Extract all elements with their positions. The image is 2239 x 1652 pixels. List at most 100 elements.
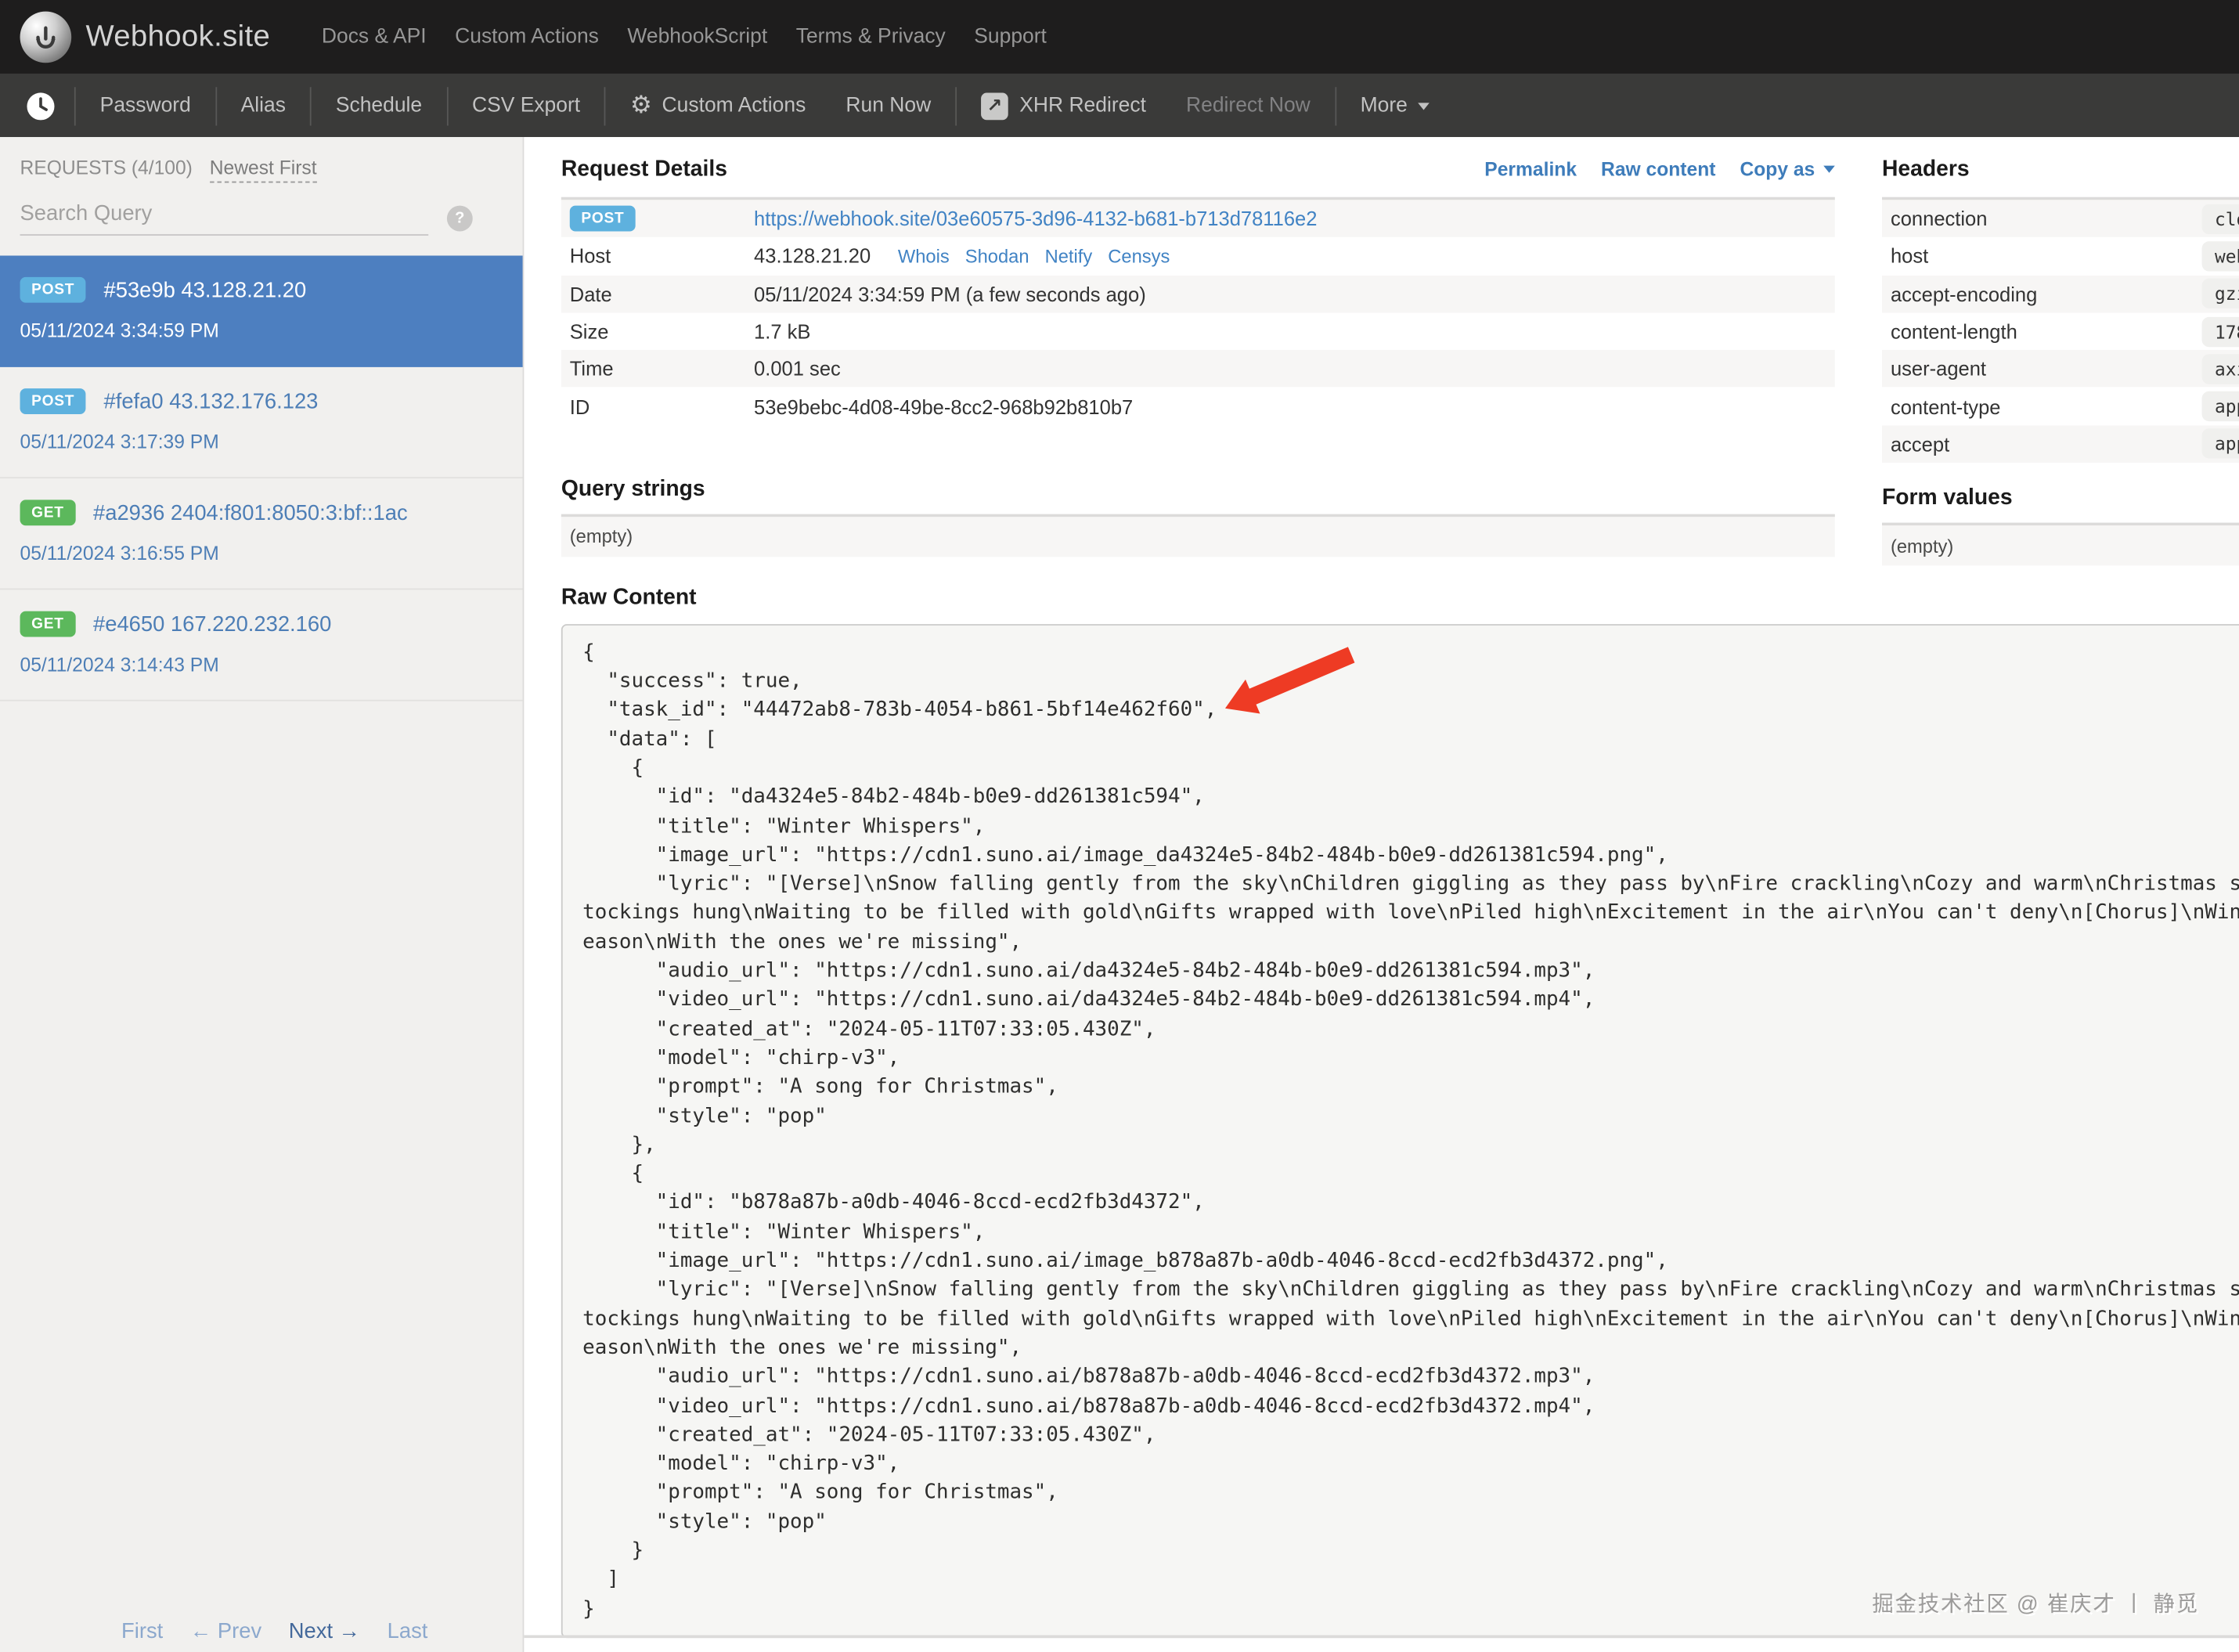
header-name: connection: [1891, 207, 2202, 230]
chevron-down-icon: [1823, 166, 1835, 173]
toolbar-item-schedule[interactable]: Schedule: [315, 94, 442, 117]
time-value: 0.001 sec: [754, 358, 841, 381]
toolbar-item-csv-export[interactable]: CSV Export: [452, 94, 600, 117]
toolbar-item-label: More: [1361, 94, 1408, 117]
external-link-icon: ↗: [981, 92, 1008, 120]
row-label: Host: [570, 245, 754, 268]
search-help-icon[interactable]: ?: [447, 206, 473, 232]
method-badge: POST: [20, 388, 86, 414]
request-timestamp: 05/11/2024 3:17:39 PM: [20, 431, 503, 453]
form-values-title: Form values: [1882, 485, 2239, 511]
request-list: POST #53e9b 43.128.21.20 05/11/2024 3:34…: [0, 255, 523, 701]
censys-link[interactable]: Censys: [1108, 246, 1170, 267]
table-row: host web: [1882, 237, 2239, 275]
headers-panel: Headers connection clo host web accept-e…: [1882, 137, 2239, 565]
raw-content-code: { "success": true, "task_id": "44472ab8-…: [561, 624, 2239, 1638]
toolbar-item-alias[interactable]: Alias: [221, 94, 305, 117]
table-row: accept-encoding gzi: [1882, 275, 2239, 312]
request-list-item[interactable]: POST #fefa0 43.132.176.123 05/11/2024 3:…: [0, 367, 523, 478]
header-name: host: [1891, 245, 2202, 268]
header-value: app: [2202, 391, 2239, 421]
request-details-table: POST https://webhook.site/03e60575-3d96-…: [561, 197, 1835, 425]
table-row: ID 53e9bebc-4d08-49be-8cc2-968b92b810b7: [561, 388, 1835, 425]
request-list-item[interactable]: GET #a2936 2404:f801:8050:3:bf::1ac 05/1…: [0, 478, 523, 590]
table-row: content-type app: [1882, 388, 2239, 425]
pagination-last[interactable]: Last: [388, 1619, 428, 1643]
toolbar-divider: [955, 86, 957, 124]
request-details-title: Request Details: [561, 157, 727, 183]
nav-link-docs-api[interactable]: Docs & API: [308, 26, 441, 49]
request-id-ip: #a2936 2404:f801:8050:3:bf::1ac: [93, 501, 408, 525]
history-clock-icon[interactable]: [26, 91, 70, 121]
toolbar-divider: [74, 86, 76, 124]
toolbar-item-password[interactable]: Password: [80, 94, 211, 117]
toolbar-item-more[interactable]: More: [1340, 94, 1449, 117]
header-value: 178: [2202, 316, 2239, 346]
empty-row: (empty): [1882, 525, 2239, 565]
headers-title: Headers: [1882, 157, 2239, 183]
table-row: connection clo: [1882, 200, 2239, 237]
table-row: Size 1.7 kB: [561, 312, 1835, 350]
table-row: content-length 178: [1882, 312, 2239, 350]
request-timestamp: 05/11/2024 3:14:43 PM: [20, 654, 503, 675]
toolbar-item-custom-actions[interactable]: ⚙ Custom Actions: [610, 92, 825, 120]
nav-link-custom-actions[interactable]: Custom Actions: [441, 26, 613, 49]
header-name: content-type: [1891, 395, 2202, 418]
row-label: Date: [570, 283, 754, 305]
gear-icon: ⚙: [630, 92, 652, 120]
method-badge: GET: [20, 611, 76, 637]
header-name: accept: [1891, 433, 2202, 456]
raw-content-title: Raw Content: [561, 585, 2239, 611]
permalink-link[interactable]: Permalink: [1484, 158, 1577, 179]
nav-link-support[interactable]: Support: [960, 26, 1061, 49]
toolbar-divider: [446, 86, 448, 124]
header-name: user-agent: [1891, 358, 2202, 381]
toolbar-item-label: Custom Actions: [662, 94, 806, 117]
toolbar-item-xhr-redirect[interactable]: ↗ XHR Redirect: [961, 92, 1166, 120]
toolbar-divider: [1335, 86, 1336, 124]
shodan-link[interactable]: Shodan: [965, 246, 1029, 267]
copy-as-label: Copy as: [1740, 158, 1815, 179]
empty-row: (empty): [561, 517, 1835, 557]
pagination-prev[interactable]: ← Prev: [190, 1619, 261, 1643]
chevron-down-icon: [1418, 102, 1430, 109]
brand[interactable]: Webhook.site: [20, 12, 271, 63]
toolbar-item-run-now[interactable]: Run Now: [826, 94, 951, 117]
nav-links: Docs & API Custom Actions WebhookScript …: [308, 26, 1062, 49]
action-toolbar: Password Alias Schedule CSV Export ⚙ Cus…: [0, 74, 2239, 137]
header-value: gzi: [2202, 279, 2239, 308]
nav-link-webhookscript[interactable]: WebhookScript: [613, 26, 781, 49]
nav-link-terms-privacy[interactable]: Terms & Privacy: [781, 26, 960, 49]
request-list-item[interactable]: POST #53e9b 43.128.21.20 05/11/2024 3:34…: [0, 255, 523, 366]
pagination-first[interactable]: First: [121, 1619, 163, 1643]
header-name: content-length: [1891, 320, 2202, 343]
raw-content-link[interactable]: Raw content: [1601, 158, 1715, 179]
header-name: accept-encoding: [1891, 283, 2202, 305]
header-value: axi: [2202, 354, 2239, 384]
date-value: 05/11/2024 3:34:59 PM (a few seconds ago…: [754, 283, 1146, 305]
request-list-item[interactable]: GET #e4650 167.220.232.160 05/11/2024 3:…: [0, 590, 523, 701]
method-badge: POST: [20, 277, 86, 303]
sort-order-toggle[interactable]: Newest First: [210, 157, 317, 183]
webhook-logo-icon: [20, 12, 72, 63]
request-url-link[interactable]: https://webhook.site/03e60575-3d96-4132-…: [754, 207, 1317, 230]
pagination-next[interactable]: Next →: [289, 1619, 360, 1643]
size-value: 1.7 kB: [754, 320, 810, 343]
row-label: Size: [570, 320, 754, 343]
requests-sidebar: REQUESTS (4/100) Newest First ? POST #53…: [0, 137, 524, 1652]
footer-divider: [524, 1635, 2239, 1638]
search-input[interactable]: [20, 201, 429, 236]
copy-as-dropdown[interactable]: Copy as: [1740, 158, 1834, 179]
toolbar-item-redirect-now[interactable]: Redirect Now: [1166, 94, 1330, 117]
form-values-table: (empty): [1882, 523, 2239, 566]
toolbar-divider: [215, 86, 217, 124]
table-row: Host 43.128.21.20 Whois Shodan Netify Ce…: [561, 237, 1835, 275]
request-timestamp: 05/11/2024 3:34:59 PM: [20, 320, 503, 341]
annotation-arrow-icon: [1208, 645, 1368, 722]
whois-link[interactable]: Whois: [898, 246, 950, 267]
row-label: Time: [570, 358, 754, 381]
toolbar-divider: [310, 86, 312, 124]
id-value: 53e9bebc-4d08-49be-8cc2-968b92b810b7: [754, 395, 1133, 418]
netify-link[interactable]: Netify: [1045, 246, 1093, 267]
pagination: First ← Prev Next → Last: [0, 1619, 523, 1643]
